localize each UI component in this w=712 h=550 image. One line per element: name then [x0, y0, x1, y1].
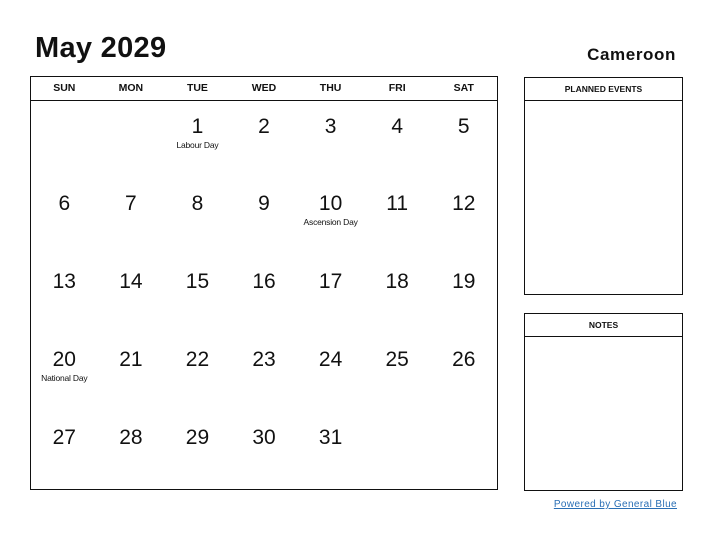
holiday-label: Ascension Day: [303, 217, 358, 227]
day-number: 4: [391, 115, 404, 138]
day-number: 8: [191, 192, 204, 215]
day-cell: 27: [31, 412, 98, 490]
day-cell: 12: [430, 178, 497, 256]
planned-events-heading: PLANNED EVENTS: [525, 78, 682, 101]
week-row: 20 National Day 21 22 23 24 25 26: [31, 334, 497, 412]
day-number: 3: [324, 115, 337, 138]
day-cell: 18: [364, 256, 431, 334]
day-cell: 3: [297, 101, 364, 178]
day-cell: 7: [98, 178, 165, 256]
day-cell: 31: [297, 412, 364, 490]
day-number: 15: [185, 270, 210, 293]
day-number: [430, 412, 497, 426]
day-cell: 13: [31, 256, 98, 334]
day-number: 31: [318, 426, 343, 449]
day-number: 18: [385, 270, 409, 293]
day-number: 20: [52, 348, 76, 371]
notes-heading: NOTES: [525, 314, 682, 337]
day-cell: 15: [164, 256, 231, 334]
day-cell: 19: [430, 256, 497, 334]
day-cell: 2: [231, 101, 298, 178]
day-cell: 23: [231, 334, 298, 412]
day-cell: 25: [364, 334, 431, 412]
day-number: 26: [452, 348, 476, 371]
day-number: 2: [258, 115, 270, 138]
empty-day-cell: [98, 101, 165, 178]
day-cell: 4: [364, 101, 431, 178]
holiday-label: Labour Day: [176, 140, 219, 150]
week-row: 13 14 15 16 17 18 19: [31, 256, 497, 334]
day-cell: 17: [297, 256, 364, 334]
day-number: 1: [191, 115, 204, 138]
week-row: 6 7 8 9 10 Ascension Day 11 12: [31, 178, 497, 256]
day-number: 17: [318, 270, 343, 293]
weeks-container: 1 Labour Day 2 3 4 5 6 7 8 9 10 Ascension Day 11 12 13…: [31, 101, 497, 490]
day-number: 14: [119, 270, 143, 293]
day-number: 22: [185, 348, 210, 371]
day-number: 28: [119, 426, 143, 449]
week-row: 27 28 29 30 31: [31, 412, 497, 490]
day-number: 13: [52, 270, 76, 293]
weekday-tue: TUE: [186, 82, 208, 94]
day-cell: 28: [98, 412, 165, 490]
weekday-sat: SAT: [453, 82, 474, 94]
weekday-thu: THU: [319, 82, 342, 94]
week-row: 1 Labour Day 2 3 4 5: [31, 101, 497, 178]
day-cell: 10 Ascension Day: [297, 178, 364, 256]
day-number: 25: [385, 348, 409, 371]
day-number: 21: [119, 348, 143, 371]
day-cell: 14: [98, 256, 165, 334]
day-cell: 30: [231, 412, 298, 490]
day-cell: 1 Labour Day: [164, 101, 231, 178]
day-cell: 29: [164, 412, 231, 490]
day-cell: 6: [31, 178, 98, 256]
weekday-mon: MON: [118, 82, 144, 94]
day-number: 7: [125, 192, 137, 215]
day-cell: 16: [231, 256, 298, 334]
day-number: 9: [258, 192, 270, 215]
day-cell: 26: [430, 334, 497, 412]
day-number: [31, 101, 98, 115]
day-number: 29: [185, 426, 210, 449]
weekday-wed: WED: [251, 82, 277, 94]
calendar-grid: SUN MON TUE WED THU FRI SAT 1 Labour Day 2…: [30, 76, 498, 490]
day-number: 24: [318, 348, 343, 371]
weekday-fri: FRI: [388, 82, 406, 94]
day-cell: 24: [297, 334, 364, 412]
day-number: 12: [452, 192, 476, 215]
empty-day-cell: [430, 412, 497, 490]
day-cell: 21: [98, 334, 165, 412]
holiday-label: National Day: [41, 373, 88, 383]
day-number: 6: [58, 192, 71, 215]
day-cell: 8: [164, 178, 231, 256]
day-number: 10: [318, 192, 343, 215]
day-number: 11: [386, 192, 409, 215]
weekday-sun: SUN: [53, 82, 76, 94]
empty-day-cell: [31, 101, 98, 178]
day-cell: 5: [430, 101, 497, 178]
day-number: 30: [252, 426, 276, 449]
empty-day-cell: [364, 412, 431, 490]
day-number: 5: [457, 115, 470, 138]
country-label: Cameroon: [587, 45, 676, 64]
day-cell: 20 National Day: [31, 334, 98, 412]
powered-by-link[interactable]: Powered by General Blue: [554, 499, 677, 510]
day-cell: 9: [231, 178, 298, 256]
notes-panel: NOTES: [524, 313, 683, 491]
day-number: 19: [452, 270, 476, 293]
planned-events-panel: PLANNED EVENTS: [524, 77, 683, 295]
day-cell: 22: [164, 334, 231, 412]
day-cell: 11: [364, 178, 431, 256]
day-number: [98, 101, 165, 115]
day-number: [364, 412, 431, 426]
day-number: 16: [252, 270, 276, 293]
day-number: 23: [252, 348, 276, 371]
day-number: 27: [52, 426, 76, 449]
page-title: May 2029: [35, 32, 167, 64]
weekday-header: SUN MON TUE WED THU FRI SAT: [31, 77, 497, 101]
